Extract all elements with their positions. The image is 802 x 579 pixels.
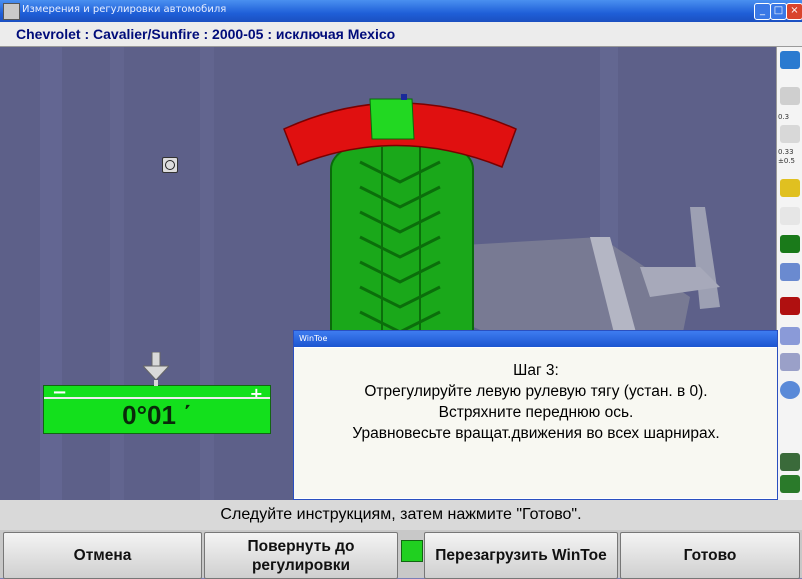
sidebar-value-3: ±0.5 [778,157,795,165]
reload-wintoe-button[interactable]: Перезагрузить WinToe [424,532,618,579]
dialog-line-3: Уравновесьте вращат.движения во всех шар… [352,425,720,442]
vehicle-bar: Chevrolet : Cavalier/Sunfire : 2000-05 :… [0,22,802,47]
wrench-icon[interactable] [780,179,800,197]
gauge-value: 0°01 ΄ [122,400,192,430]
help-icon[interactable] [780,51,800,69]
sidebar-value-2: 0.33 [778,148,794,156]
globe-icon[interactable] [780,381,800,399]
measure-icon[interactable] [780,125,800,143]
steering-wheel-icon [162,157,178,173]
app-icon [3,3,20,20]
title-bar: Измерения и регулировки автомобиля _ □ × [0,0,802,22]
dialog-instructions: Шаг 3: Отрегулируйте левую рулевую тягу … [306,360,766,444]
dialog-step: Шаг 3: [513,362,559,379]
maximize-button[interactable]: □ [770,3,787,20]
gauge-scale-line [44,397,270,399]
wintoe-dialog: WinToe Шаг 3: Отрегулируйте левую рулеву… [293,330,778,500]
dialog-title: WinToe [294,331,777,347]
status-instruction: Следуйте инструкциям, затем нажмите "Гот… [0,500,802,530]
rotate-to-adjust-button[interactable]: Повернуть до регулировки [204,532,398,579]
sensor-icon[interactable] [780,453,800,471]
done-button[interactable]: Готово [620,532,800,579]
document-icon[interactable] [780,87,800,105]
status-indicator [401,540,423,562]
print-icon[interactable] [780,327,800,345]
readings-icon[interactable] [780,235,800,253]
gauge-pointer-icon [143,352,169,386]
sidebar-value-1: 0.3 [778,113,790,121]
export-icon[interactable] [780,353,800,371]
minimize-button[interactable]: _ [754,3,771,20]
dialog-line-1: Отрегулируйте левую рулевую тягу (устан.… [364,383,708,400]
flag-icon[interactable] [780,297,800,315]
timer-icon[interactable] [780,207,800,225]
axle-icon[interactable] [780,263,800,281]
cancel-button[interactable]: Отмена [3,532,202,579]
vehicle-label: Chevrolet : Cavalier/Sunfire : 2000-05 :… [16,26,396,42]
right-toolbar: 0.3 0.33 ±0.5 [776,47,802,500]
close-button[interactable]: × [786,3,802,20]
axle-link-icon[interactable] [780,475,800,493]
dialog-body: Шаг 3: Отрегулируйте левую рулевую тягу … [294,348,777,498]
toe-gauge: − + 0°01 ΄ [43,382,271,434]
dialog-line-2: Встряхните переднюю ось. [438,404,634,421]
window-title: Измерения и регулировки автомобиля [22,4,227,15]
dialog-bottom-edge [294,488,777,498]
